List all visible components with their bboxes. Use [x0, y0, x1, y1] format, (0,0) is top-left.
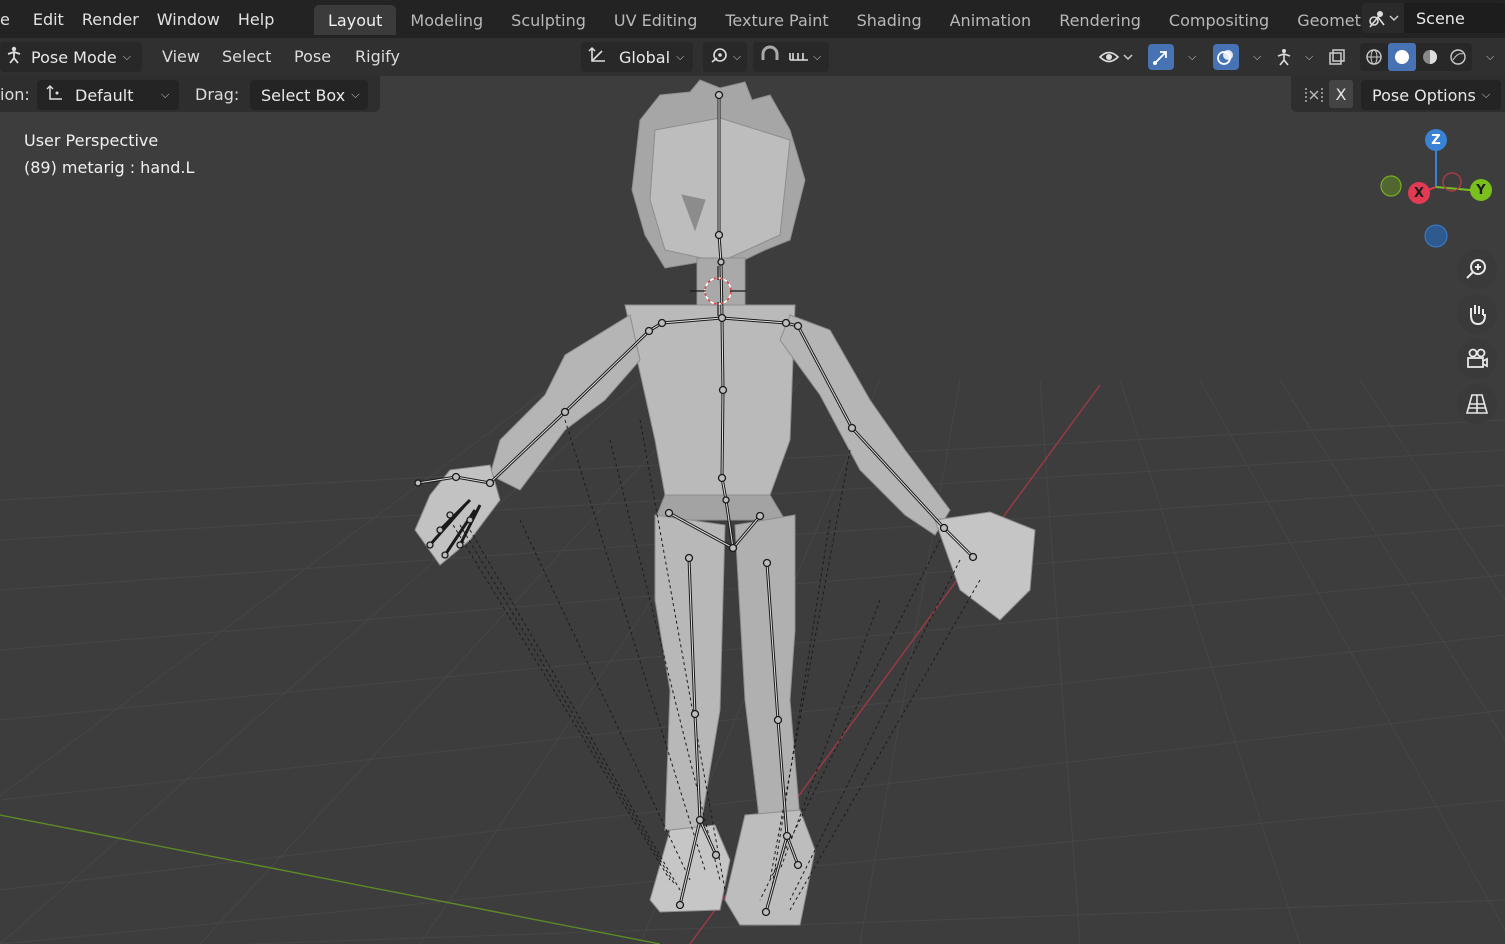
- gizmo-y-axis[interactable]: Y: [1470, 179, 1492, 201]
- navigation-gizmo[interactable]: Z Y X: [1370, 125, 1500, 255]
- viewport-info: User Perspective (89) metarig : hand.L: [24, 127, 194, 181]
- gizmo-x-axis[interactable]: X: [1408, 182, 1430, 204]
- pan-hand-icon[interactable]: [1457, 294, 1497, 334]
- 3d-viewport[interactable]: [0, 79, 1505, 944]
- gizmo-z-label: Z: [1431, 132, 1441, 148]
- scene-canvas: [0, 79, 1505, 944]
- view-name: User Perspective: [24, 131, 159, 150]
- perspective-toggle-icon[interactable]: [1457, 384, 1497, 424]
- camera-view-icon[interactable]: [1457, 339, 1497, 379]
- zoom-icon[interactable]: [1457, 249, 1497, 289]
- y-axis-line: [0, 814, 661, 944]
- gizmo-y-label: Y: [1476, 182, 1486, 198]
- gizmo-z-axis[interactable]: Z: [1425, 129, 1447, 151]
- gizmo-x-label: X: [1413, 185, 1425, 201]
- active-object-label: (89) metarig : hand.L: [24, 158, 195, 177]
